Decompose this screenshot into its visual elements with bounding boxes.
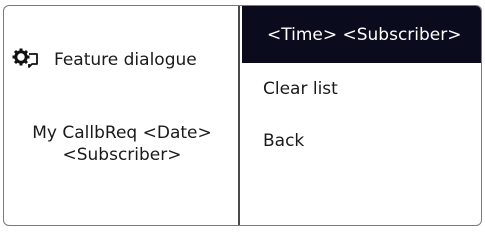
callback-request-line-1: My CallbReq <Date> [32,123,212,143]
options-menu: <Time> <Subscriber> Clear list Back [242,6,481,225]
callback-request-line-2: <Subscriber> [62,145,182,165]
menu-item-label: <Time> <Subscriber> [267,24,462,45]
phone-display: Feature dialogue My CallbReq <Date> <Sub… [3,5,482,226]
info-pane: Feature dialogue My CallbReq <Date> <Sub… [4,6,240,225]
menu-item-back[interactable]: Back [242,115,481,166]
callback-request-text: My CallbReq <Date> <Subscriber> [4,122,240,166]
menu-item-label: Clear list [263,79,338,99]
menu-item-label: Back [263,130,305,151]
menu-item-clear-list[interactable]: Clear list [242,63,481,115]
feature-dialogue-icon [12,46,42,74]
feature-label: Feature dialogue [54,50,197,70]
feature-header: Feature dialogue [12,46,197,74]
menu-item-time-subscriber[interactable]: <Time> <Subscriber> [242,6,481,63]
